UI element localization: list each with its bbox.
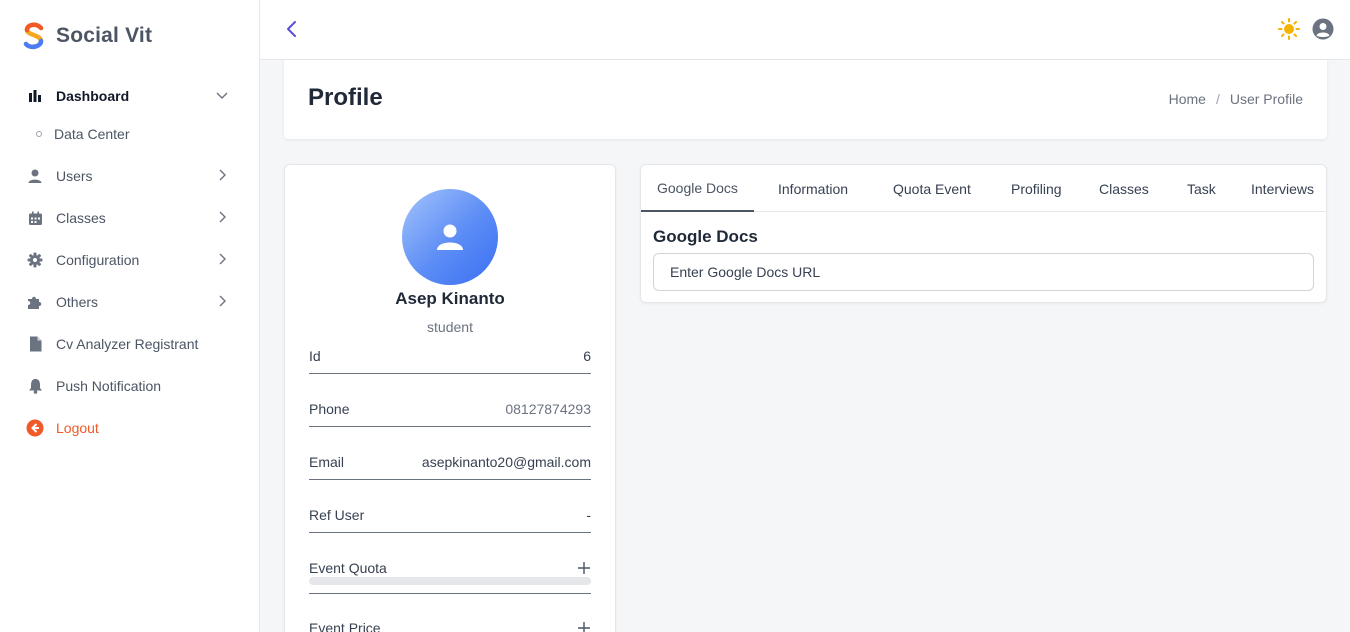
divider (309, 426, 591, 427)
info-row-event-price: Event Price (309, 618, 591, 632)
sidebar-subitem-label: Data Center (54, 126, 130, 142)
tab-google-docs[interactable]: Google Docs (641, 165, 754, 212)
circle-dot-icon (36, 131, 42, 137)
tab-bar: Google Docs Information Quota Event Prof… (641, 165, 1326, 212)
chevron-down-icon (216, 92, 228, 99)
divider (309, 532, 591, 533)
logo-icon (23, 22, 44, 50)
sidebar-item-label: Push Notification (56, 378, 162, 394)
sidebar-item-classes[interactable]: Classes (26, 206, 236, 230)
sidebar-item-label: Logout (56, 420, 99, 436)
tab-profiling[interactable]: Profiling (1011, 165, 1062, 212)
document-icon (26, 335, 44, 353)
logout-icon (26, 419, 44, 437)
info-row-event-quota: Event Quota (309, 558, 591, 578)
page-title: Profile (308, 84, 383, 111)
chevron-right-icon (219, 253, 226, 265)
divider (309, 373, 591, 374)
divider (309, 593, 591, 594)
sidebar-item-push-notification[interactable]: Push Notification (26, 374, 236, 398)
chevron-right-icon (219, 295, 226, 307)
sidebar-item-users[interactable]: Users (26, 164, 236, 188)
tab-interviews[interactable]: Interviews (1251, 165, 1314, 212)
sidebar-item-configuration[interactable]: Configuration (26, 248, 236, 272)
profile-role: student (427, 319, 473, 335)
sidebar-item-cv-analyzer[interactable]: Cv Analyzer Registrant (26, 332, 236, 356)
plus-icon[interactable] (577, 561, 591, 575)
google-docs-url-input[interactable] (653, 253, 1314, 291)
tab-information[interactable]: Information (778, 165, 848, 212)
sidebar-item-label: Configuration (56, 252, 140, 268)
info-value: asepkinanto20@gmail.com (421, 454, 591, 470)
profile-card: Asep Kinanto student Id 6 Phone 08127874… (284, 164, 616, 632)
gear-icon (26, 251, 44, 269)
profile-name: Asep Kinanto (395, 289, 505, 308)
back-arrow-icon[interactable] (284, 18, 300, 40)
info-label: Event Quota (309, 560, 387, 576)
info-row-email: Email asepkinanto20@gmail.com (309, 452, 591, 472)
info-row-id: Id 6 (309, 346, 591, 366)
user-account-icon[interactable] (1312, 18, 1334, 40)
info-value: - (586, 507, 591, 523)
sidebar-item-others[interactable]: Others (26, 290, 236, 314)
info-value: 08127874293 (505, 401, 591, 417)
info-label: Email (309, 454, 345, 470)
sidebar-item-label: Classes (56, 210, 106, 226)
section-title: Google Docs (653, 227, 758, 246)
tab-quota-event[interactable]: Quota Event (893, 165, 971, 212)
sun-icon[interactable] (1278, 18, 1300, 40)
chevron-right-icon (219, 211, 226, 223)
info-label: Ref User (309, 507, 365, 523)
calendar-icon (26, 209, 44, 227)
breadcrumb: Home / User Profile (1169, 91, 1303, 107)
user-avatar-icon (437, 224, 463, 250)
user-icon (26, 167, 44, 185)
divider (309, 479, 591, 480)
info-label: Id (309, 348, 321, 364)
app-name: Social Vit (56, 24, 153, 47)
sidebar-item-dashboard[interactable]: Dashboard (26, 84, 236, 108)
sidebar-item-logout[interactable]: Logout (26, 416, 236, 440)
chevron-right-icon (219, 169, 226, 181)
brand[interactable]: Social Vit (22, 22, 152, 50)
bell-icon (26, 377, 44, 395)
info-value: 6 (583, 348, 591, 364)
info-row-phone: Phone 08127874293 (309, 399, 591, 419)
tab-task[interactable]: Task (1187, 165, 1216, 212)
avatar (402, 189, 498, 285)
event-quota-progress-bar (309, 577, 591, 585)
profile-tabs-card: Google Docs Information Quota Event Prof… (640, 164, 1327, 303)
info-label: Event Price (309, 620, 381, 632)
breadcrumb-home-link[interactable]: Home (1169, 91, 1206, 107)
page-header: Profile Home / User Profile (284, 60, 1327, 139)
sidebar-subitem-data-center[interactable]: Data Center (36, 126, 129, 142)
plus-icon[interactable] (577, 621, 591, 632)
breadcrumb-current: User Profile (1229, 91, 1303, 107)
sidebar-item-label: Cv Analyzer Registrant (56, 336, 199, 352)
tab-classes[interactable]: Classes (1099, 165, 1149, 212)
sidebar: Social Vit Dashboard Data Center Users C… (0, 0, 260, 632)
bar-chart-icon (26, 87, 44, 105)
sidebar-item-label: Others (56, 294, 99, 310)
breadcrumb-separator: / (1215, 91, 1220, 107)
puzzle-icon (26, 293, 44, 311)
topbar (260, 0, 1350, 60)
sidebar-item-label: Dashboard (56, 88, 130, 104)
info-row-ref-user: Ref User - (309, 505, 591, 525)
info-label: Phone (309, 401, 350, 417)
sidebar-item-label: Users (56, 168, 93, 184)
